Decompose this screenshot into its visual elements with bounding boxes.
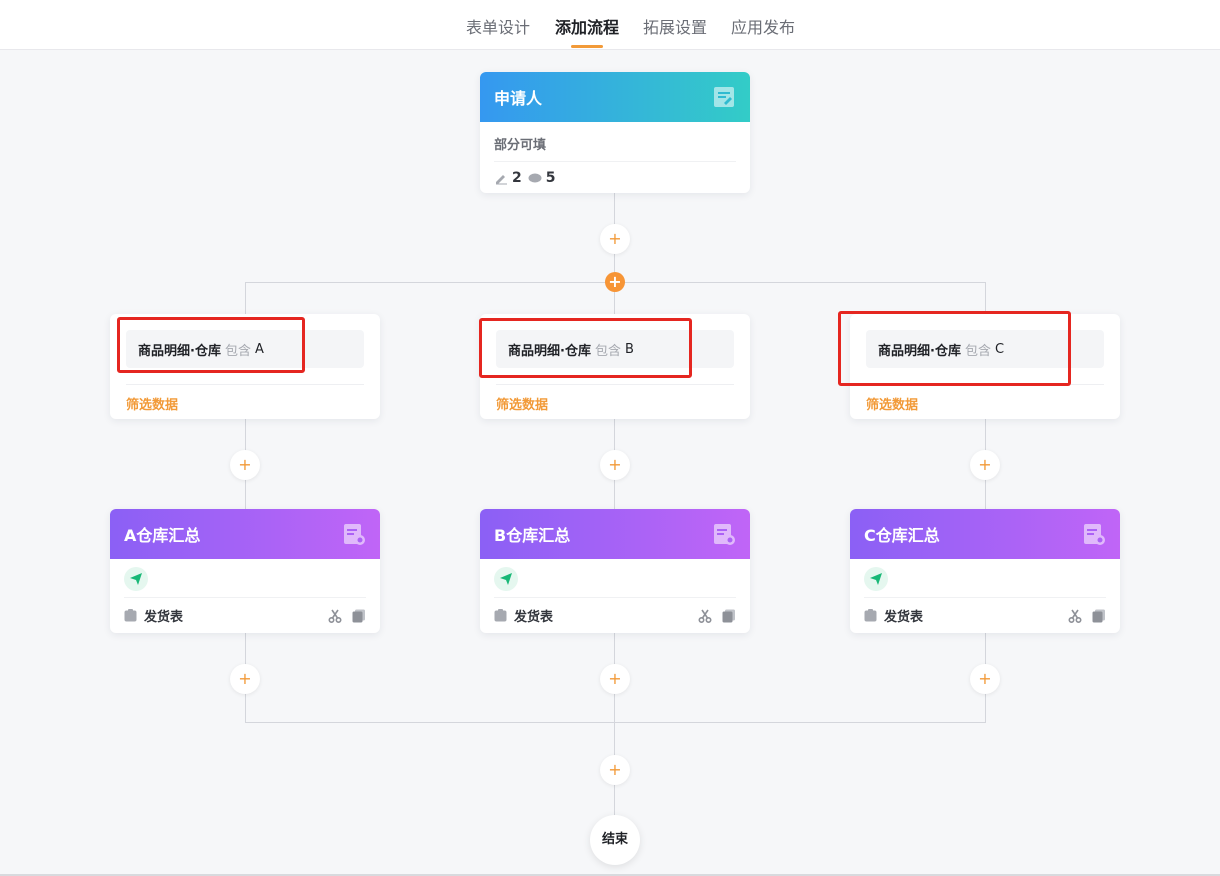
target-table: 发货表 bbox=[144, 610, 184, 625]
view-count: 5 bbox=[545, 170, 556, 186]
tab-add-process[interactable]: 添加流程 bbox=[555, 14, 619, 50]
applicant-node[interactable]: 申请人 部分可填 2 5 bbox=[480, 72, 750, 193]
applicant-stats: 2 5 bbox=[494, 162, 736, 186]
divider bbox=[496, 384, 734, 385]
filter-data-link[interactable]: 筛选数据 bbox=[496, 394, 734, 413]
add-branch-button[interactable]: + bbox=[605, 272, 625, 292]
paper-plane-icon bbox=[494, 567, 518, 591]
add-node-button-c2[interactable]: + bbox=[970, 664, 1000, 694]
condition-field: 商品明细·仓库 bbox=[138, 343, 221, 359]
summary-node-c[interactable]: C仓库汇总 发货表 bbox=[850, 509, 1120, 633]
condition-operator: 包含 bbox=[594, 343, 621, 359]
condition-value: B bbox=[624, 341, 634, 357]
summary-header: A仓库汇总 bbox=[110, 509, 380, 559]
summary-node-a[interactable]: A仓库汇总 发货表 bbox=[110, 509, 380, 633]
summary-title: C仓库汇总 bbox=[864, 526, 940, 545]
condition-operator: 包含 bbox=[224, 343, 251, 359]
edit-count: 2 bbox=[512, 170, 522, 186]
report-icon bbox=[344, 524, 365, 545]
add-node-button-b[interactable]: + bbox=[600, 450, 630, 480]
condition-operator: 包含 bbox=[964, 343, 991, 359]
summary-title: A仓库汇总 bbox=[124, 526, 201, 545]
condition-box: 商品明细·仓库 包含 B bbox=[496, 330, 734, 368]
scissors-icon[interactable] bbox=[1068, 609, 1082, 623]
summary-title: B仓库汇总 bbox=[494, 526, 571, 545]
clipboard-icon bbox=[494, 609, 507, 622]
divider bbox=[126, 384, 364, 385]
summary-header: C仓库汇总 bbox=[850, 509, 1120, 559]
add-node-button[interactable]: + bbox=[600, 224, 630, 254]
report-icon bbox=[1084, 524, 1105, 545]
scissors-icon[interactable] bbox=[698, 609, 712, 623]
add-node-button-end[interactable]: + bbox=[600, 755, 630, 785]
applicant-title: 申请人 bbox=[494, 89, 543, 108]
scissors-icon[interactable] bbox=[328, 609, 342, 623]
condition-field: 商品明细·仓库 bbox=[878, 343, 961, 359]
clipboard-icon bbox=[864, 609, 877, 622]
summary-header: B仓库汇总 bbox=[480, 509, 750, 559]
end-node: 结束 bbox=[590, 815, 640, 865]
condition-node-a[interactable]: 商品明细·仓库 包含 A 筛选数据 bbox=[110, 314, 380, 419]
eye-icon bbox=[528, 173, 542, 183]
copy-icon[interactable] bbox=[722, 609, 736, 623]
tab-app-publish[interactable]: 应用发布 bbox=[731, 14, 795, 50]
condition-value: C bbox=[994, 341, 1005, 357]
form-edit-icon bbox=[714, 87, 734, 107]
add-node-button-b2[interactable]: + bbox=[600, 664, 630, 694]
condition-value: A bbox=[254, 341, 264, 357]
applicant-permission: 部分可填 bbox=[494, 134, 736, 162]
paper-plane-icon bbox=[124, 567, 148, 591]
top-nav: 表单设计 添加流程 拓展设置 应用发布 bbox=[0, 0, 1220, 50]
pencil-icon bbox=[496, 175, 507, 185]
add-node-button-a[interactable]: + bbox=[230, 450, 260, 480]
divider bbox=[866, 384, 1104, 385]
condition-field: 商品明细·仓库 bbox=[508, 343, 591, 359]
filter-data-link[interactable]: 筛选数据 bbox=[866, 394, 1104, 413]
condition-node-b[interactable]: 商品明细·仓库 包含 B 筛选数据 bbox=[480, 314, 750, 419]
condition-node-c[interactable]: 商品明细·仓库 包含 C 筛选数据 bbox=[850, 314, 1120, 419]
summary-node-b[interactable]: B仓库汇总 发货表 bbox=[480, 509, 750, 633]
add-node-button-a2[interactable]: + bbox=[230, 664, 260, 694]
clipboard-icon bbox=[124, 609, 137, 622]
applicant-header: 申请人 bbox=[480, 72, 750, 122]
target-table: 发货表 bbox=[884, 610, 924, 625]
condition-box: 商品明细·仓库 包含 C bbox=[866, 330, 1104, 368]
paper-plane-icon bbox=[864, 567, 888, 591]
add-node-button-c[interactable]: + bbox=[970, 450, 1000, 480]
report-icon bbox=[714, 524, 735, 545]
copy-icon[interactable] bbox=[352, 609, 366, 623]
filter-data-link[interactable]: 筛选数据 bbox=[126, 394, 364, 413]
copy-icon[interactable] bbox=[1092, 609, 1106, 623]
branch-bottom-line bbox=[245, 722, 986, 723]
target-table: 发货表 bbox=[514, 610, 554, 625]
tab-form-design[interactable]: 表单设计 bbox=[466, 14, 530, 50]
tab-extended-settings[interactable]: 拓展设置 bbox=[643, 14, 707, 50]
condition-box: 商品明细·仓库 包含 A bbox=[126, 330, 364, 368]
